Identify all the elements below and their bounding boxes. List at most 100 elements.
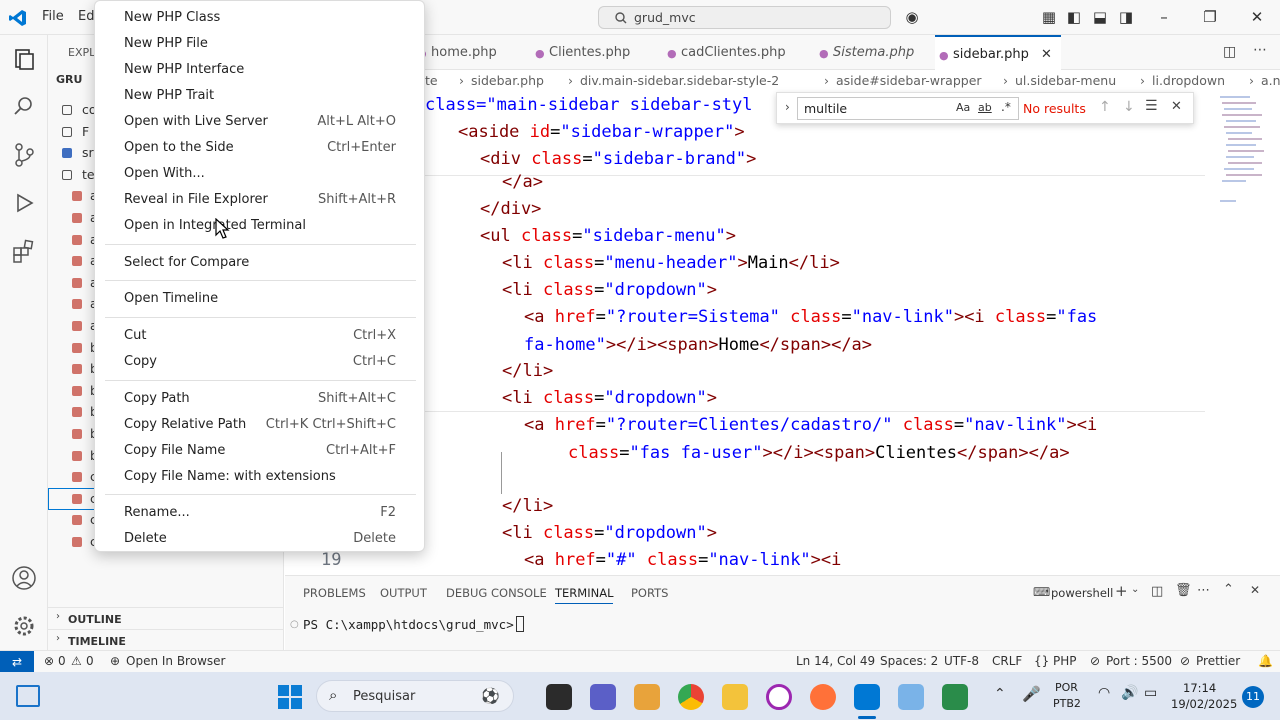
desktop-icon[interactable] <box>16 685 40 707</box>
app-icon[interactable] <box>898 684 924 710</box>
firefox-icon[interactable] <box>810 684 836 710</box>
terminal-cursor[interactable] <box>516 616 524 632</box>
terminal-shell-label[interactable]: powershell <box>1051 586 1113 600</box>
notification-badge[interactable]: 11 <box>1242 686 1264 708</box>
wifi-icon[interactable]: ◠ <box>1098 685 1110 701</box>
encoding[interactable]: UTF-8 <box>944 654 979 668</box>
find-input[interactable]: multile Aa ab .* <box>797 97 1019 120</box>
account-icon[interactable] <box>10 564 38 592</box>
split-editor-icon[interactable]: ◫ <box>1223 44 1236 60</box>
cursor-position[interactable]: Ln 14, Col 49 <box>796 654 875 668</box>
language-mode[interactable]: PHP <box>1053 654 1077 668</box>
microphone-icon[interactable]: 🎤 <box>1022 685 1041 703</box>
context-menu-item[interactable]: Delete Delete <box>95 526 426 552</box>
breadcrumb-item[interactable]: aside#sidebar-wrapper <box>836 70 982 92</box>
panel-tab-ports[interactable]: PORTS <box>631 586 668 600</box>
bell-icon[interactable]: 🔔 <box>1258 654 1273 668</box>
remote-indicator-icon[interactable]: ⇄ <box>0 651 34 673</box>
context-menu-item[interactable]: New PHP Interface <box>95 57 426 83</box>
search-view-icon[interactable] <box>10 93 38 121</box>
panel-tab-debug-console[interactable]: DEBUG CONSOLE <box>446 586 547 600</box>
tab-sidebar[interactable]: ● sidebar.php ✕ <box>935 35 1061 70</box>
regex-icon[interactable]: .* <box>1001 100 1011 114</box>
context-menu-item[interactable]: Open With... <box>95 161 426 187</box>
arrow-down-icon[interactable]: ↓ <box>1123 99 1135 115</box>
panel-tab-terminal[interactable]: TERMINAL <box>555 586 614 604</box>
breadcrumb-item[interactable]: li.dropdown <box>1152 70 1225 92</box>
sublime-text-icon[interactable] <box>634 684 660 710</box>
tab-clientes[interactable]: ● Clientes.php <box>531 35 659 70</box>
timeline-section[interactable]: › TIMELINE <box>48 629 284 651</box>
context-menu-item[interactable]: Copy Path Shift+Alt+C <box>95 386 426 412</box>
context-menu-item[interactable]: Reveal in File Explorer Shift+Alt+R <box>95 187 426 213</box>
context-menu-item[interactable]: New PHP File <box>95 31 426 57</box>
context-menu-item[interactable]: Select for Compare <box>95 250 426 276</box>
settings-gear-icon[interactable] <box>10 612 38 640</box>
breadcrumb-item[interactable]: a.nav-link <box>1261 70 1280 92</box>
explorer-icon[interactable] <box>10 45 38 73</box>
breadcrumb-item[interactable]: ul.sidebar-menu <box>1015 70 1116 92</box>
app-icon[interactable] <box>942 684 968 710</box>
indentation[interactable]: Spaces: 2 <box>880 654 938 668</box>
panel-tab-output[interactable]: OUTPUT <box>380 586 427 600</box>
clock-date[interactable]: 19/02/2025 <box>1171 697 1237 711</box>
line-ending[interactable]: CRLF <box>992 654 1022 668</box>
panel-tab-problems[interactable]: PROBLEMS <box>303 586 366 600</box>
context-menu-item[interactable]: New PHP Class <box>95 5 426 31</box>
copilot-icon[interactable]: ◉ <box>900 5 924 29</box>
close-tab-icon[interactable]: ✕ <box>1041 37 1052 72</box>
chevron-up-icon[interactable]: ⌃ <box>1223 582 1234 597</box>
arrow-up-icon[interactable]: ↑ <box>1099 99 1111 115</box>
clock-time[interactable]: 17:14 <box>1183 681 1216 695</box>
task-view-icon[interactable] <box>546 684 572 710</box>
minimize-button[interactable]: – <box>1152 5 1176 29</box>
context-menu-item[interactable]: Open Timeline <box>95 286 426 312</box>
warning-count[interactable]: 0 <box>86 654 94 668</box>
add-terminal-icon[interactable]: + <box>1115 582 1128 600</box>
vscode-taskbar-icon[interactable] <box>854 684 880 710</box>
split-terminal-icon[interactable]: ◫ <box>1151 584 1163 599</box>
toggle-panel-icon[interactable]: ⬓ <box>1088 5 1112 29</box>
context-menu-item[interactable]: New PHP Trait <box>95 83 426 109</box>
layout-customize-icon[interactable]: ▦ <box>1037 5 1061 29</box>
menu-edit[interactable]: Ed <box>78 9 94 24</box>
open-in-browser[interactable]: Open In Browser <box>126 654 225 668</box>
command-center-search[interactable]: grud_mvc <box>598 6 891 29</box>
context-menu-item[interactable]: Open to the Side Ctrl+Enter <box>95 135 426 161</box>
breadcrumb-item[interactable]: te <box>425 70 438 92</box>
live-server-port[interactable]: Port : 5500 <box>1106 654 1172 668</box>
source-control-icon[interactable] <box>10 141 38 169</box>
chevron-up-icon[interactable]: ⌃ <box>994 686 1006 702</box>
close-window-button[interactable]: ✕ <box>1245 5 1269 29</box>
breadcrumb-item[interactable]: sidebar.php <box>471 70 544 92</box>
prettier-status[interactable]: Prettier <box>1196 654 1240 668</box>
context-menu-item[interactable]: Rename... F2 <box>95 500 426 526</box>
keyboard-lang-2[interactable]: PTB2 <box>1053 697 1081 710</box>
context-menu-item[interactable]: Copy Ctrl+C <box>95 349 426 375</box>
keyboard-lang-1[interactable]: POR <box>1055 681 1078 694</box>
trash-icon[interactable]: 🗑 <box>1175 583 1192 598</box>
whole-word-icon[interactable]: ab <box>978 101 992 114</box>
context-menu-item[interactable]: Copy File Name Ctrl+Alt+F <box>95 438 426 464</box>
close-panel-icon[interactable]: ✕ <box>1250 583 1260 597</box>
outline-section[interactable]: › OUTLINE <box>48 607 284 629</box>
toggle-secondary-sidebar-icon[interactable]: ◨ <box>1114 5 1138 29</box>
more-actions-icon[interactable]: ⋯ <box>1253 42 1267 58</box>
find-in-selection-icon[interactable]: ☰ <box>1145 98 1158 114</box>
context-menu-item[interactable]: Copy File Name: with extensions <box>95 464 426 490</box>
tab-home[interactable]: ●home.php <box>413 35 531 70</box>
volume-icon[interactable]: 🔊 <box>1121 685 1138 701</box>
toggle-sidebar-icon[interactable]: ◧ <box>1062 5 1086 29</box>
error-count[interactable]: 0 <box>58 654 66 668</box>
taskbar-search[interactable]: ⌕ Pesquisar ⚽ <box>316 680 514 712</box>
chevron-right-icon[interactable]: › <box>785 100 790 114</box>
battery-icon[interactable]: ▭ <box>1144 685 1157 701</box>
close-find-icon[interactable]: ✕ <box>1171 99 1182 114</box>
breadcrumb-item[interactable]: div.main-sidebar.sidebar-style-2 <box>580 70 779 92</box>
tab-cadclientes[interactable]: ● cadClientes.php <box>663 35 811 70</box>
tab-sistema[interactable]: ● Sistema.php <box>815 35 933 70</box>
context-menu-item[interactable]: Open with Live Server Alt+L Alt+O <box>95 109 426 135</box>
maximize-button[interactable]: ❐ <box>1198 5 1222 29</box>
chrome-icon[interactable] <box>678 684 704 710</box>
context-menu-item[interactable]: Open in Integrated Terminal <box>95 213 426 239</box>
